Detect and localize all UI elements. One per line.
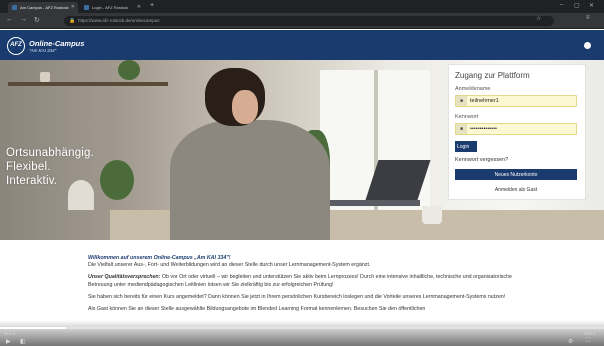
password-field[interactable]: ■ ••••••••••••••	[455, 123, 577, 135]
welcome-content: Willkommen auf unserem Online-Campus „Am…	[88, 255, 528, 317]
site-header: AFZ Online-Campus "Am KAI 334"	[0, 30, 604, 60]
close-tab-icon[interactable]: ✕	[71, 4, 75, 10]
address-bar[interactable]: 🔒 https://www.afz-rostock.de/onlinecampu…	[64, 16, 554, 26]
tagline-line: Interaktiv.	[6, 175, 58, 187]
welcome-title: Willkommen auf unserem Online-Campus „Am…	[88, 255, 231, 261]
user-icon: ■	[456, 96, 467, 106]
maximize-icon[interactable]: ▢	[574, 2, 580, 9]
pot-decor	[40, 72, 50, 82]
fullscreen-icon[interactable]: ⛶	[586, 338, 590, 345]
guest-paragraph: Als Gast können Sie an dieser Stelle aus…	[88, 305, 426, 312]
play-icon[interactable]: ▶	[6, 338, 11, 345]
video-time-total: 00:5:0	[584, 331, 596, 336]
username-field[interactable]: ■ teilnehmer1	[455, 95, 577, 107]
guest-login-link[interactable]: Anmelden als Gast	[455, 187, 577, 193]
shelf-decor	[8, 82, 168, 86]
lock-icon: ■	[456, 124, 467, 134]
tagline-line: Flexibel.	[6, 161, 51, 173]
video-progress-bar[interactable]	[0, 327, 604, 329]
lock-icon: 🔒	[69, 18, 76, 24]
person-face-decor	[232, 90, 258, 124]
menu-icon[interactable]: ≡	[586, 15, 590, 21]
afz-logo[interactable]: AFZ	[7, 37, 25, 55]
settings-icon[interactable]: ⚙	[568, 338, 573, 345]
reload-icon[interactable]: ↻	[34, 16, 40, 24]
browser-toolbar: ← → ↻ 🔒 https://www.afz-rostock.de/onlin…	[0, 13, 604, 29]
tagline-line: Ortsunabhängig.	[6, 147, 95, 159]
user-icon[interactable]	[584, 42, 591, 49]
mug-decor	[422, 206, 442, 224]
back-icon[interactable]: ←	[6, 16, 13, 23]
url-text: https://www.afz-rostock.de/onlinecampus	[78, 18, 160, 23]
browser-tab-bar: Am Campus - AFZ Rostock ✕ Login - AFZ Ro…	[0, 0, 604, 13]
browser-tab-active[interactable]: Am Campus - AFZ Rostock ✕	[8, 2, 78, 13]
forward-icon[interactable]: →	[20, 16, 27, 23]
video-time-elapsed: 00:1:0	[4, 331, 16, 336]
tab-label: Login - AFZ Rostock	[92, 5, 129, 10]
promise-title: Unser Qualitätsversprechen:	[88, 274, 161, 281]
password-label: Kennwort	[455, 114, 479, 120]
course-paragraph: Sie haben sich bereits für einen Kurs an…	[88, 293, 506, 300]
volume-icon[interactable]: ◧	[20, 338, 26, 345]
laptop-base-decor	[330, 200, 420, 206]
video-progress-fill	[0, 327, 67, 329]
new-tab-button[interactable]: +	[150, 2, 154, 9]
login-title: Zugang zur Plattform	[455, 71, 530, 80]
plant-decor	[100, 160, 134, 200]
username-value: teilnehmer1	[470, 98, 499, 104]
video-controls-overlay	[0, 320, 604, 346]
new-account-button[interactable]: Neues Nutzerkonto	[455, 169, 577, 180]
forgot-password-link[interactable]: Kennwort vergessen?	[455, 157, 508, 163]
close-window-icon[interactable]: ✕	[589, 2, 594, 9]
plant-decor	[118, 60, 140, 80]
browser-tab[interactable]: Login - AFZ Rostock ✕	[80, 2, 144, 13]
bookmark-icon[interactable]: ☆	[536, 15, 541, 22]
minimize-icon[interactable]: –	[560, 2, 563, 8]
brand-subtitle: "Am KAI 334"	[29, 48, 57, 53]
person-decor	[170, 120, 330, 240]
username-label: Anmeldename	[455, 86, 491, 92]
brand-title: Online-Campus	[29, 39, 85, 48]
login-panel: Zugang zur Plattform Anmeldename ■ teiln…	[448, 64, 586, 200]
welcome-text: Die Vielfalt unserer Aus-, Fort- und Wei…	[88, 262, 371, 269]
tab-label: Am Campus - AFZ Rostock	[20, 5, 69, 10]
password-value: ••••••••••••••	[470, 126, 497, 132]
login-button[interactable]: Login	[455, 141, 477, 152]
hero-tagline: Ortsunabhängig. Flexibel. Interaktiv.	[6, 146, 94, 188]
close-tab-icon[interactable]: ✕	[137, 4, 141, 10]
favicon-icon	[12, 5, 17, 10]
favicon-icon	[84, 5, 89, 10]
